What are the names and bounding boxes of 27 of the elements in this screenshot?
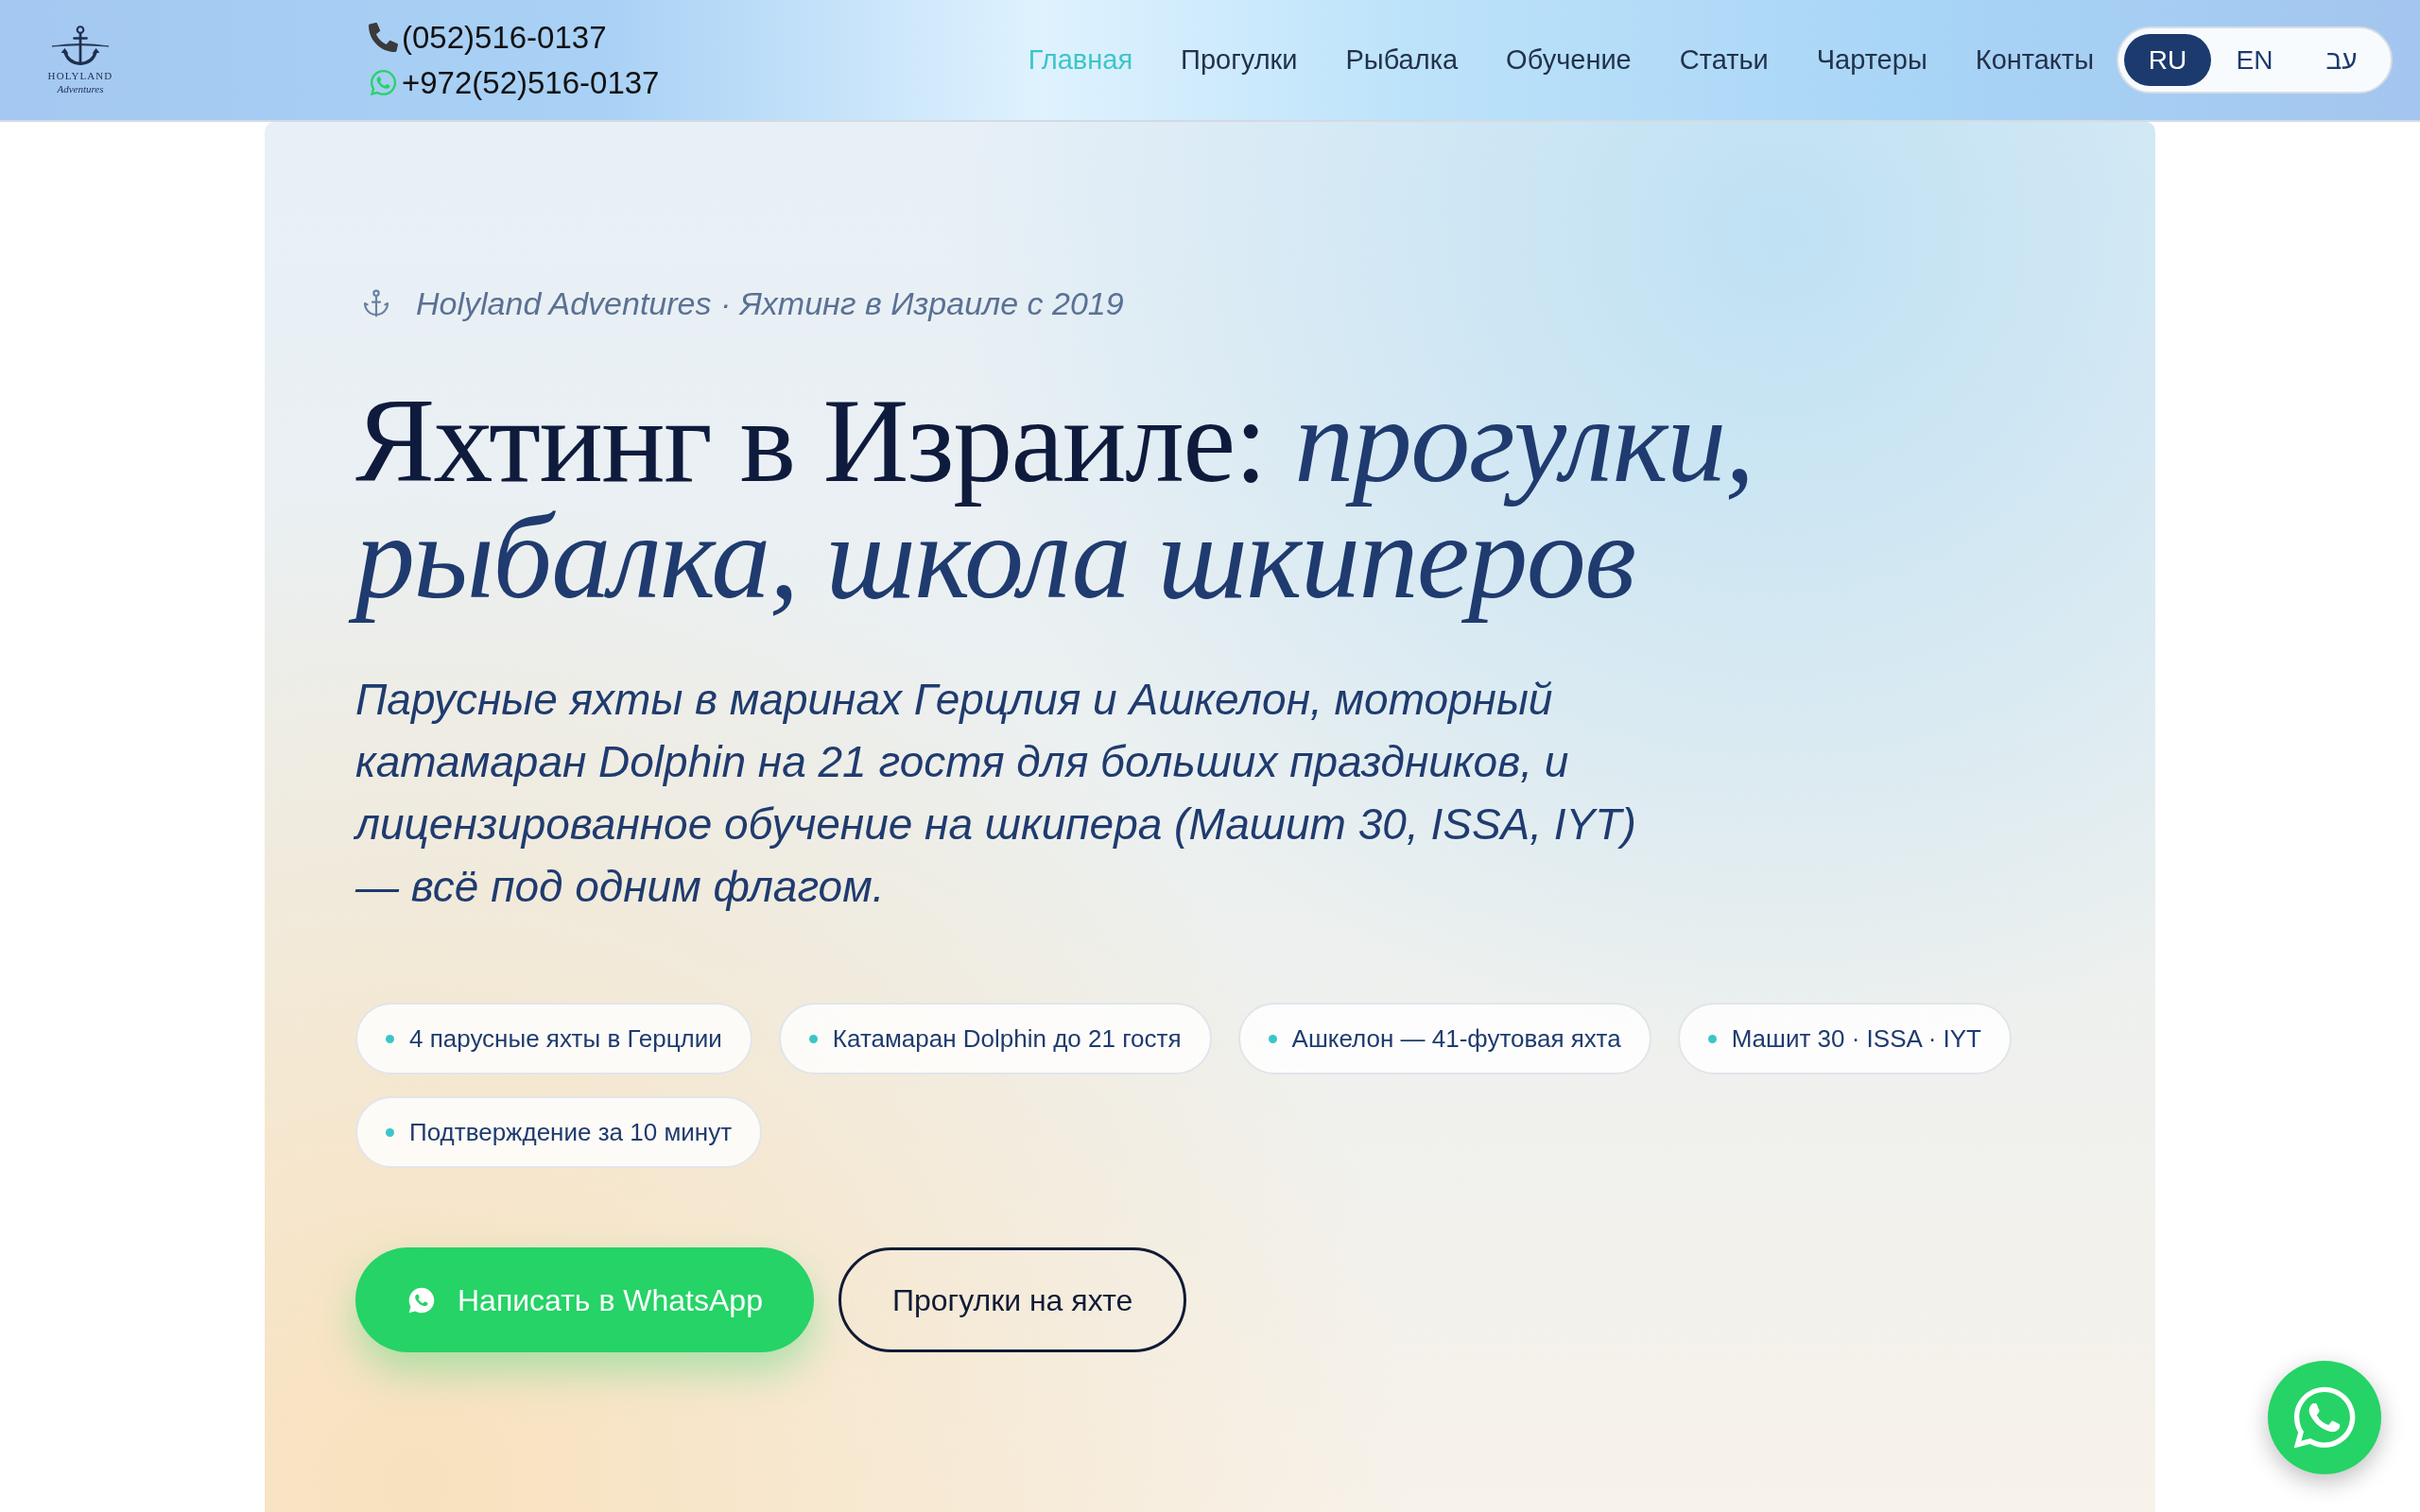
anchor-icon [361,288,391,318]
whatsapp-icon [369,68,398,97]
nav-link[interactable]: Рыбалка [1345,39,1459,81]
tag-label: Машит 30 · ISSA · IYT [1731,1022,1981,1055]
nav-link[interactable]: Контакты [1975,39,2094,81]
hero-title: Яхтинг в Израиле: прогулки, рыбалка, школа шкиперов [340,377,1891,630]
nav-link[interactable]: Статьи [1679,39,1769,81]
tag-label: Ашкелон — 41-футовая яхта [1291,1022,1621,1055]
hero-eyebrow: Holyland Adventures · Яхтинг в Израиле с 2019 [416,284,1124,322]
tag-label: 4 парусные яхты в Герцлии [409,1022,722,1055]
yacht-trips-button[interactable]: Прогулки на яхте [838,1247,1187,1352]
language-option[interactable]: עב [2298,34,2385,86]
nav-link[interactable]: Чартеры [1816,39,1927,81]
language-option[interactable]: EN [2211,34,2298,86]
nav-link[interactable]: Обучение [1506,39,1632,81]
logo-wordmark: HOLYLAND [47,69,113,83]
nav-link[interactable]: Прогулки [1181,39,1298,81]
phone-icon [369,23,398,52]
tag-label: Подтверждение за 10 минут [409,1116,733,1148]
phone-number[interactable]: +972(52)516-0137 [402,64,660,101]
hero-description: Парусные яхты в маринах Герцлия и Ашкелон, моторный катамаран Dolphin на 21 гостя для больших праздников, и лицензированное обучение на шкипера (Машит 30, ISSA, IYT) — всё под одним флагом. [355,674,1637,913]
anchor-icon [51,25,110,66]
tag-label: Катамаран Dolphin до 21 гостя [832,1022,1182,1055]
logo-tagline: Adventures [57,83,104,95]
whatsapp-chat-button[interactable] [2268,1361,2381,1474]
phone-number[interactable]: (052)516-0137 [402,19,607,56]
language-option[interactable]: RU [2124,34,2211,86]
